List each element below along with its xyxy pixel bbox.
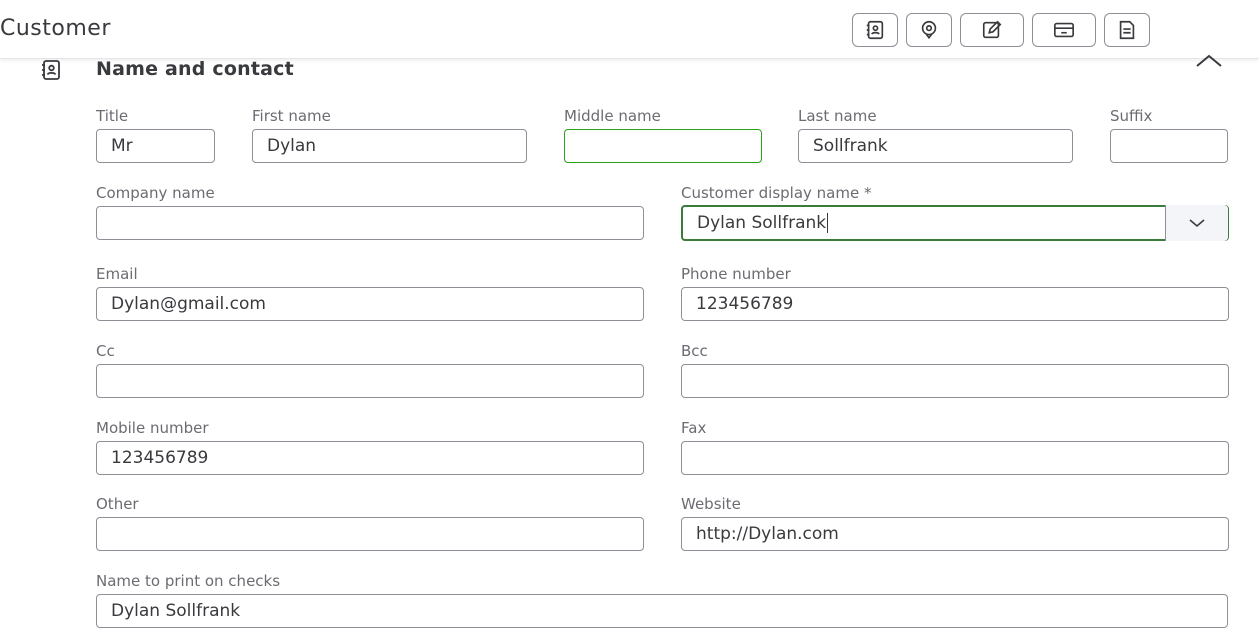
website-field[interactable]: http://Dylan.com (681, 517, 1229, 551)
first-name-field[interactable]: Dylan (252, 129, 527, 163)
other-label: Other (96, 495, 139, 513)
phone-value: 123456789 (696, 294, 794, 314)
payment-card-icon (1054, 22, 1074, 38)
mobile-label: Mobile number (96, 419, 209, 437)
suffix-label: Suffix (1110, 107, 1153, 125)
first-name-value: Dylan (267, 136, 317, 156)
last-name-label: Last name (798, 107, 877, 125)
website-value: http://Dylan.com (696, 524, 839, 544)
edit-note-icon (982, 20, 1002, 39)
title-value: Mr (111, 136, 133, 156)
last-name-value: Sollfrank (813, 136, 888, 156)
first-name-label: First name (252, 107, 331, 125)
attachments-button[interactable] (1104, 13, 1150, 47)
address-button[interactable] (906, 13, 952, 47)
chevron-up-icon[interactable] (1194, 52, 1224, 70)
title-field[interactable]: Mr (96, 129, 215, 163)
page-header: Customer (0, 0, 1259, 59)
print-name-label: Name to print on checks (96, 572, 281, 590)
section-toolbar (852, 13, 1150, 47)
display-name-label: Customer display name * (681, 184, 872, 202)
last-name-field[interactable]: Sollfrank (798, 129, 1073, 163)
text-cursor (827, 213, 829, 233)
location-pin-icon (921, 20, 937, 40)
phone-label: Phone number (681, 265, 791, 283)
chevron-down-icon (1189, 219, 1205, 228)
notes-button[interactable] (960, 13, 1024, 47)
company-name-field[interactable] (96, 206, 644, 240)
contact-card-button[interactable] (852, 13, 898, 47)
print-name-value: Dylan Sollfrank (111, 601, 241, 621)
website-label: Website (681, 495, 741, 513)
print-name-field[interactable]: Dylan Sollfrank (96, 594, 1228, 628)
display-name-value: Dylan Sollfrank (697, 213, 827, 233)
display-name-dropdown-button[interactable] (1165, 205, 1228, 241)
bcc-field[interactable] (681, 364, 1229, 398)
company-name-label: Company name (96, 184, 215, 202)
mobile-field[interactable]: 123456789 (96, 441, 644, 475)
bcc-label: Bcc (681, 342, 708, 360)
payments-button[interactable] (1032, 13, 1096, 47)
contact-card-icon (866, 20, 884, 40)
cc-label: Cc (96, 342, 115, 360)
middle-name-field[interactable] (564, 129, 762, 163)
email-label: Email (96, 265, 138, 283)
mobile-value: 123456789 (111, 448, 209, 468)
document-icon (1119, 20, 1135, 40)
middle-name-label: Middle name (564, 107, 661, 125)
title-label: Title (96, 107, 129, 125)
page-title: Customer (0, 16, 111, 41)
other-field[interactable] (96, 517, 644, 551)
suffix-field[interactable] (1110, 129, 1228, 163)
email-value: Dylan@gmail.com (111, 294, 266, 314)
contact-card-icon (42, 60, 60, 80)
cc-field[interactable] (96, 364, 644, 398)
display-name-field[interactable]: Dylan Sollfrank (681, 205, 1229, 241)
fax-label: Fax (681, 419, 707, 437)
phone-field[interactable]: 123456789 (681, 287, 1229, 321)
email-field[interactable]: Dylan@gmail.com (96, 287, 644, 321)
fax-field[interactable] (681, 441, 1229, 475)
section-title: Name and contact (96, 58, 294, 80)
